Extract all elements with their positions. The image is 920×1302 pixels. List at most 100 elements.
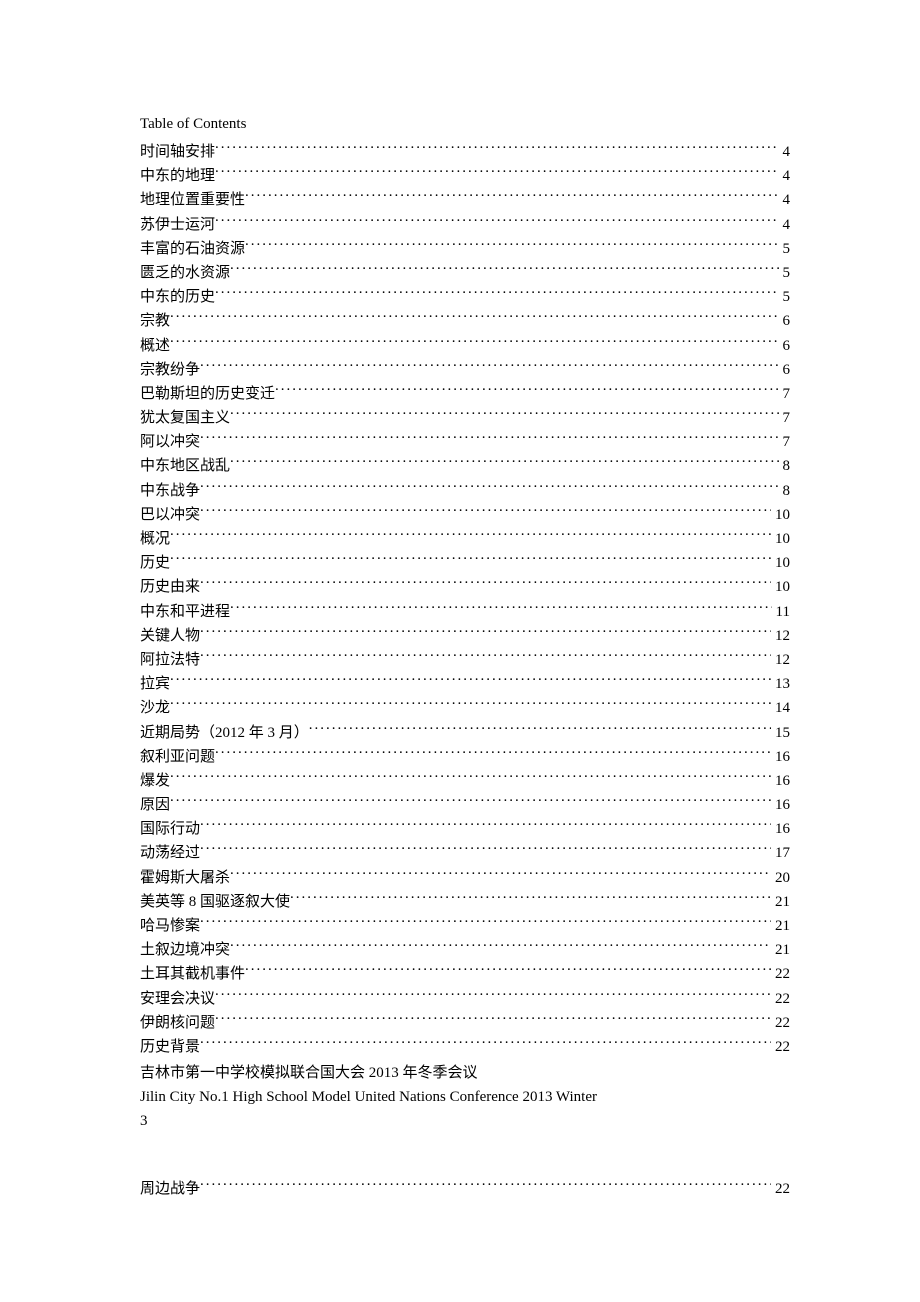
toc-entry-label: 叙利亚问题 [140, 745, 215, 769]
toc-entry[interactable]: 巴勒斯坦的历史变迁 7 [140, 382, 790, 406]
toc-entry[interactable]: 关键人物 12 [140, 624, 790, 648]
toc-entry-page: 21 [771, 938, 790, 962]
toc-entry[interactable]: 周边战争 22 [140, 1177, 790, 1201]
toc-entry-label: 时间轴安排 [140, 140, 215, 164]
toc-dots [245, 189, 778, 204]
toc-entry[interactable]: 沙龙 14 [140, 696, 790, 720]
toc-entry[interactable]: 宗教 6 [140, 309, 790, 333]
toc-entry[interactable]: 叙利亚问题16 [140, 745, 790, 769]
document-page: Table of Contents 时间轴安排4中东的地理4地理位置重要性 4苏… [0, 0, 920, 1261]
toc-entry[interactable]: 中东的地理4 [140, 164, 790, 188]
toc-dots [170, 335, 778, 350]
toc-dots [200, 576, 771, 591]
toc-entry[interactable]: 拉宾 13 [140, 672, 790, 696]
toc-dots [170, 310, 778, 325]
section-gap [140, 1133, 790, 1177]
toc-dots [230, 939, 771, 954]
toc-list-after-gap: 周边战争 22 [140, 1177, 790, 1201]
toc-entry-label: 爆发 [140, 769, 170, 793]
toc-entry-page: 21 [771, 914, 790, 938]
toc-dots [215, 214, 778, 229]
toc-entry-label: 近期局势（2012 年 3 月） [140, 721, 309, 745]
toc-entry-label: 周边战争 [140, 1177, 200, 1201]
toc-entry-label: 匮乏的水资源 [140, 261, 230, 285]
toc-entry-page: 12 [771, 624, 790, 648]
toc-entry[interactable]: 中东地区战乱 8 [140, 454, 790, 478]
toc-entry[interactable]: 原因 16 [140, 793, 790, 817]
toc-dots [200, 431, 778, 446]
toc-entry[interactable]: 哈马惨案 21 [140, 914, 790, 938]
toc-entry[interactable]: 巴以冲突10 [140, 503, 790, 527]
toc-entry[interactable]: 中东和平进程 11 [140, 600, 790, 624]
toc-entry-page: 6 [779, 358, 791, 382]
toc-entry[interactable]: 中东的历史5 [140, 285, 790, 309]
footer-line-en: Jilin City No.1 High School Model United… [140, 1085, 790, 1109]
toc-entry[interactable]: 土耳其截机事件 22 [140, 962, 790, 986]
toc-entry[interactable]: 犹太复国主义7 [140, 406, 790, 430]
toc-entry-label: 宗教纷争 [140, 358, 200, 382]
toc-entry-label: 安理会决议 [140, 987, 215, 1011]
toc-entry[interactable]: 阿以冲突 7 [140, 430, 790, 454]
footer-block: 吉林市第一中学校模拟联合国大会 2013 年冬季会议 Jilin City No… [140, 1061, 790, 1133]
toc-entry[interactable]: 宗教纷争 6 [140, 358, 790, 382]
toc-entry[interactable]: 美英等 8 国驱逐叙大使 21 [140, 890, 790, 914]
toc-entry[interactable]: 国际行动 16 [140, 817, 790, 841]
toc-entry-label: 拉宾 [140, 672, 170, 696]
toc-entry[interactable]: 安理会决议 22 [140, 987, 790, 1011]
toc-dots [215, 1012, 771, 1027]
toc-entry-page: 21 [771, 890, 790, 914]
toc-entry-label: 沙龙 [140, 696, 170, 720]
toc-entry[interactable]: 地理位置重要性 4 [140, 188, 790, 212]
toc-entry-label: 巴以冲突 [140, 503, 200, 527]
toc-dots [200, 359, 778, 374]
toc-entry-label: 阿以冲突 [140, 430, 200, 454]
toc-entry[interactable]: 动荡经过 17 [140, 841, 790, 865]
toc-entry-label: 中东和平进程 [140, 600, 230, 624]
toc-dots [200, 1036, 771, 1051]
toc-dots [230, 455, 778, 470]
toc-entry-page: 13 [771, 672, 790, 696]
toc-dots [245, 963, 771, 978]
toc-entry-label: 历史背景 [140, 1035, 200, 1059]
toc-dots [200, 1178, 771, 1193]
toc-entry-label: 伊朗核问题 [140, 1011, 215, 1035]
toc-entry-label: 霍姆斯大屠杀 [140, 866, 230, 890]
toc-entry-label: 动荡经过 [140, 841, 200, 865]
toc-entry-page: 6 [779, 309, 791, 333]
toc-dots [170, 528, 771, 543]
toc-entry-page: 4 [779, 213, 791, 237]
toc-entry[interactable]: 伊朗核问题22 [140, 1011, 790, 1035]
toc-entry[interactable]: 历史背景 22 [140, 1035, 790, 1059]
toc-entry-page: 16 [771, 817, 790, 841]
toc-dots [200, 842, 771, 857]
toc-list: 时间轴安排4中东的地理4地理位置重要性 4苏伊士运河 4丰富的石油资源 5匮乏的… [140, 140, 790, 1059]
toc-entry[interactable]: 概况 10 [140, 527, 790, 551]
toc-entry[interactable]: 匮乏的水资源 5 [140, 261, 790, 285]
toc-entry[interactable]: 爆发 16 [140, 769, 790, 793]
toc-dots [230, 262, 778, 277]
toc-entry[interactable]: 时间轴安排4 [140, 140, 790, 164]
toc-title: Table of Contents [140, 112, 790, 136]
toc-entry[interactable]: 阿拉法特12 [140, 648, 790, 672]
toc-dots [230, 601, 772, 616]
toc-entry-page: 16 [771, 769, 790, 793]
toc-entry[interactable]: 苏伊士运河 4 [140, 213, 790, 237]
toc-entry-page: 14 [771, 696, 790, 720]
toc-entry-page: 7 [779, 430, 791, 454]
toc-entry[interactable]: 历史 10 [140, 551, 790, 575]
toc-entry[interactable]: 概述6 [140, 334, 790, 358]
toc-entry-page: 5 [779, 285, 791, 309]
toc-entry-label: 中东地区战乱 [140, 454, 230, 478]
toc-entry[interactable]: 土叙边境冲突 21 [140, 938, 790, 962]
toc-entry-page: 5 [779, 237, 791, 261]
toc-entry-page: 11 [772, 600, 790, 624]
toc-entry[interactable]: 近期局势（2012 年 3 月） 15 [140, 721, 790, 745]
toc-entry[interactable]: 霍姆斯大屠杀 20 [140, 866, 790, 890]
toc-entry[interactable]: 中东战争8 [140, 479, 790, 503]
toc-entry-page: 15 [771, 721, 790, 745]
toc-entry[interactable]: 丰富的石油资源 5 [140, 237, 790, 261]
toc-entry-label: 历史由来 [140, 575, 200, 599]
toc-entry[interactable]: 历史由来10 [140, 575, 790, 599]
toc-entry-page: 22 [771, 987, 790, 1011]
toc-dots [170, 794, 771, 809]
